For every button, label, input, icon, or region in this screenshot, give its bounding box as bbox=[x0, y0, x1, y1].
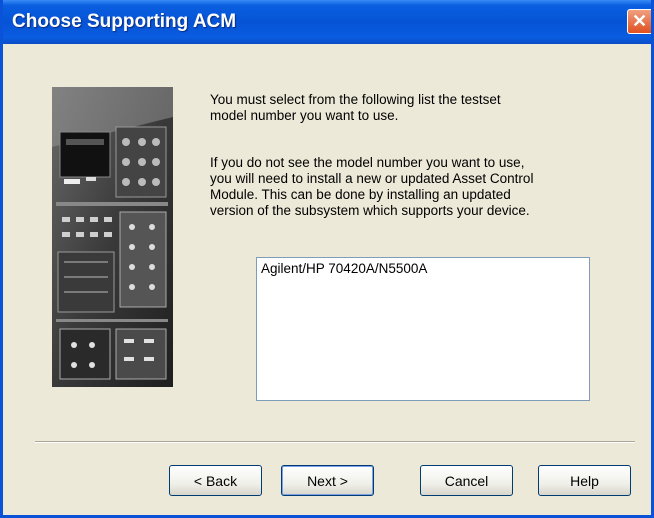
list-item[interactable]: Agilent/HP 70420A/N5500A bbox=[257, 258, 589, 276]
title-bar[interactable]: Choose Supporting ACM ✕ bbox=[3, 0, 651, 44]
instruction-paragraph-2: If you do not see the model number you w… bbox=[210, 155, 600, 219]
button-separator bbox=[35, 441, 635, 443]
instruction-paragraph-1: You must select from the following list … bbox=[210, 92, 600, 124]
close-button[interactable]: ✕ bbox=[627, 9, 651, 34]
dialog-window: Choose Supporting ACM ✕ You must select … bbox=[0, 0, 654, 518]
window-title: Choose Supporting ACM bbox=[12, 11, 237, 32]
help-button[interactable]: Help bbox=[538, 465, 631, 496]
test-equipment-photo-icon bbox=[52, 87, 173, 387]
back-button[interactable]: < Back bbox=[169, 465, 262, 496]
next-button[interactable]: Next > bbox=[281, 465, 374, 496]
instruction-line: you will need to install a new or update… bbox=[210, 171, 534, 186]
instruction-line: If you do not see the model number you w… bbox=[210, 155, 525, 170]
cancel-button[interactable]: Cancel bbox=[420, 465, 513, 496]
test-equipment-image bbox=[52, 87, 173, 387]
instruction-line: Module. This can be done by installing a… bbox=[210, 187, 511, 202]
model-number-listbox[interactable]: Agilent/HP 70420A/N5500A bbox=[256, 257, 590, 401]
instruction-line: model number you want to use. bbox=[210, 108, 399, 123]
instruction-line: version of the subsystem which supports … bbox=[210, 203, 530, 218]
instruction-line: You must select from the following list … bbox=[210, 92, 501, 107]
close-icon: ✕ bbox=[631, 11, 648, 31]
